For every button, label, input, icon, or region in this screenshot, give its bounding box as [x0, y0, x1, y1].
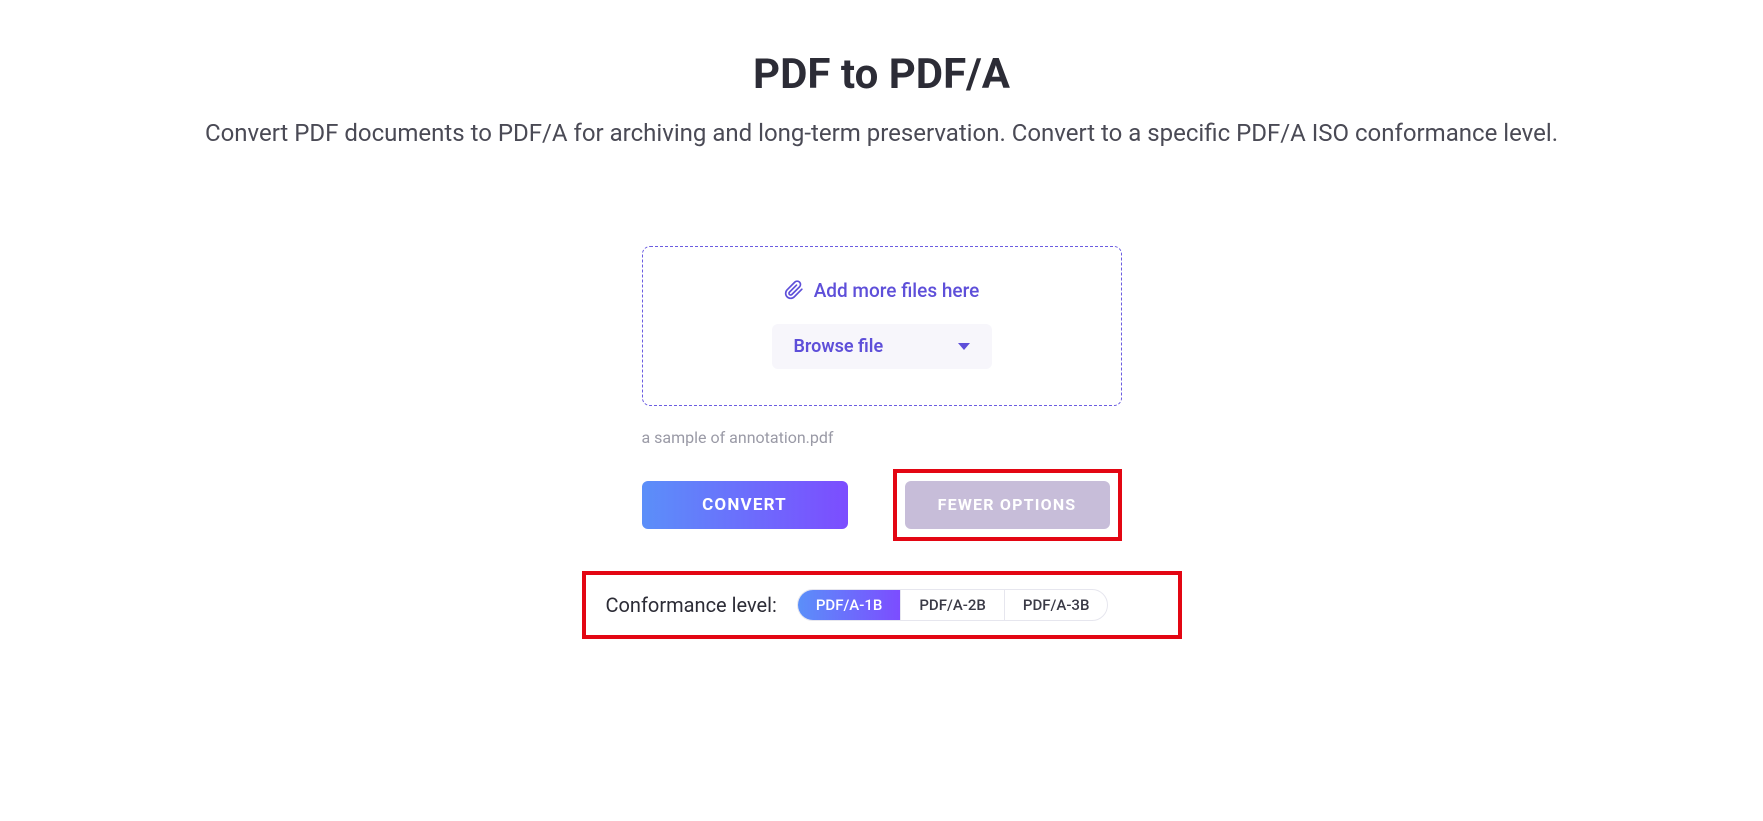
conformance-option-pdfa2b[interactable]: PDF/A-2B — [901, 590, 1005, 620]
action-button-row: CONVERT FEWER OPTIONS — [642, 469, 1122, 541]
fewer-options-highlight: FEWER OPTIONS — [893, 469, 1122, 541]
conformance-pill-group: PDF/A-1B PDF/A-2B PDF/A-3B — [797, 589, 1109, 621]
convert-button[interactable]: CONVERT — [642, 481, 848, 529]
add-files-row: Add more files here — [663, 279, 1101, 302]
paperclip-icon — [784, 280, 804, 300]
conformance-label: Conformance level: — [606, 593, 777, 617]
caret-down-icon — [958, 343, 970, 350]
conformance-option-pdfa3b[interactable]: PDF/A-3B — [1005, 590, 1108, 620]
fewer-options-button[interactable]: FEWER OPTIONS — [905, 481, 1110, 529]
conformance-highlight: Conformance level: PDF/A-1B PDF/A-2B PDF… — [582, 571, 1182, 639]
page-title: PDF to PDF/A — [0, 50, 1763, 99]
upload-dropzone[interactable]: Add more files here Browse file — [642, 246, 1122, 406]
conformance-option-pdfa1b[interactable]: PDF/A-1B — [798, 590, 902, 620]
add-files-label: Add more files here — [814, 279, 980, 302]
uploaded-filename: a sample of annotation.pdf — [642, 428, 1122, 447]
browse-file-button[interactable]: Browse file — [772, 324, 992, 369]
browse-file-label: Browse file — [794, 336, 884, 357]
page-subtitle: Convert PDF documents to PDF/A for archi… — [132, 117, 1632, 151]
